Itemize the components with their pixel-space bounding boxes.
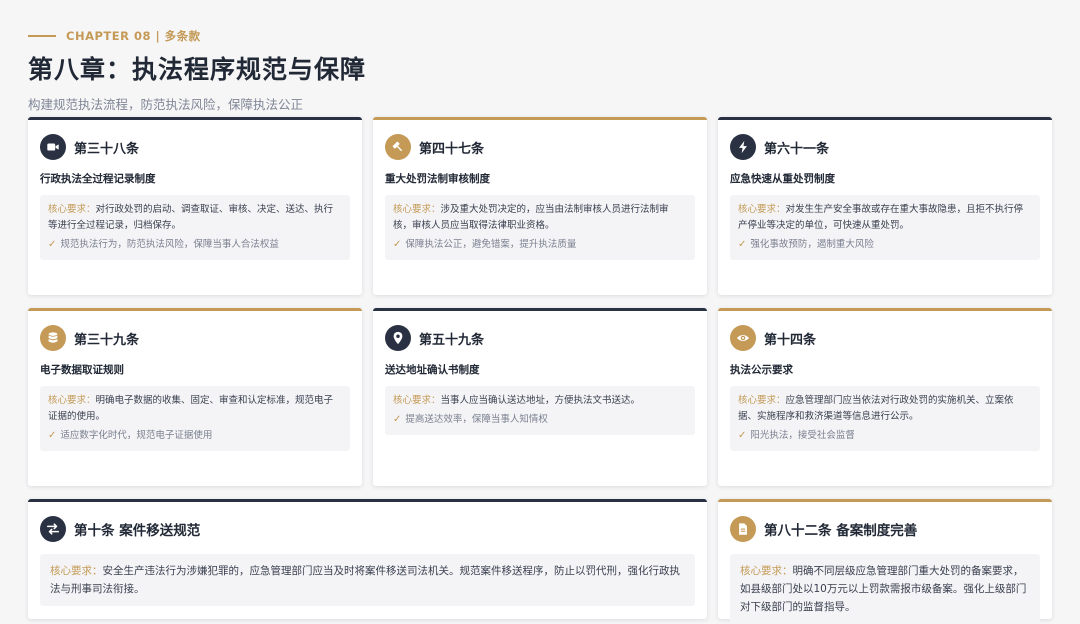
- benefit-line: ✓ 强化事故预防，遏制重大风险: [738, 237, 1032, 253]
- benefit-text: 提高送达效率，保障当事人知情权: [405, 414, 548, 425]
- benefit-text: 阳光执法，接受社会监督: [750, 430, 855, 441]
- requirement-label: 核心要求：: [48, 395, 96, 406]
- article-card-59: 第五十九条 送达地址确认书制度 核心要求：当事人应当确认送达地址，方便执法文书送…: [373, 308, 707, 486]
- check-icon: ✓: [738, 239, 747, 250]
- lightning-bolt-icon: [730, 134, 756, 160]
- requirement-box: 核心要求：应急管理部门应当依法对行政处罚的实施机关、立案依据、实施程序和救济渠道…: [730, 386, 1040, 451]
- article-card-10: 第十条 案件移送规范 核心要求：安全生产违法行为涉嫌犯罪的，应急管理部门应当及时…: [28, 499, 707, 619]
- exchange-arrows-icon: [40, 516, 66, 542]
- check-icon: ✓: [393, 239, 402, 250]
- article-card-39: 第三十九条 电子数据取证规则 核心要求：明确电子数据的收集、固定、审查和认定标准…: [28, 308, 362, 486]
- check-icon: ✓: [393, 414, 402, 425]
- requirement-label: 核心要求：: [393, 395, 441, 406]
- chapter-label: CHAPTER 08 | 多条款: [28, 28, 366, 44]
- requirement-box: 核心要求：对行政处罚的启动、调查取证、审核、决定、送达、执行等进行全过程记录，归…: [40, 195, 350, 260]
- article-title: 重大处罚法制审核制度: [385, 173, 490, 185]
- benefit-text: 规范执法行为，防范执法风险，保障当事人合法权益: [60, 239, 279, 250]
- article-title: 执法公示要求: [730, 364, 793, 376]
- benefit-line: ✓ 规范执法行为，防范执法风险，保障当事人合法权益: [48, 237, 342, 253]
- requirement-box: 核心要求：涉及重大处罚决定的，应当由法制审核人员进行法制审核，审核人员应当取得法…: [385, 195, 695, 260]
- benefit-line: ✓ 适应数字化时代，规范电子证据使用: [48, 428, 342, 444]
- database-icon: [40, 325, 66, 351]
- eye-icon: [730, 325, 756, 351]
- article-number: 第八十二条 备案制度完善: [764, 523, 918, 539]
- benefit-text: 强化事故预防，遏制重大风险: [750, 239, 874, 250]
- requirement-label: 核心要求：: [393, 204, 441, 215]
- article-card-82: 第八十二条 备案制度完善 核心要求：明确不同层级应急管理部门重大处罚的备案要求，…: [718, 499, 1052, 624]
- requirement-box: 核心要求：当事人应当确认送达地址，方便执法文书送达。 ✓ 提高送达效率，保障当事…: [385, 386, 695, 435]
- requirement-text: 当事人应当确认送达地址，方便执法文书送达。: [440, 395, 641, 406]
- article-number: 第五十九条: [419, 332, 485, 348]
- benefit-line: ✓ 阳光执法，接受社会监督: [738, 428, 1032, 444]
- requirement-box: 核心要求：对发生生产安全事故或存在重大事故隐患，且拒不执行停产停业等决定的单位，…: [730, 195, 1040, 260]
- requirement-label: 核心要求：: [740, 565, 793, 577]
- article-card-38: 第三十八条 行政执法全过程记录制度 核心要求：对行政处罚的启动、调查取证、审核、…: [28, 117, 362, 295]
- chapter-text: CHAPTER 08 | 多条款: [66, 29, 201, 43]
- gavel-icon: [385, 134, 411, 160]
- check-icon: ✓: [48, 239, 57, 250]
- chapter-accent-line: [28, 35, 56, 37]
- article-card-14: 第十四条 执法公示要求 核心要求：应急管理部门应当依法对行政处罚的实施机关、立案…: [718, 308, 1052, 486]
- benefit-line: ✓ 保障执法公正，避免错案，提升执法质量: [393, 237, 687, 253]
- article-title: 送达地址确认书制度: [385, 364, 480, 376]
- article-number: 第四十七条: [419, 141, 485, 157]
- article-number: 第三十九条: [74, 332, 140, 348]
- requirement-box: 核心要求：明确不同层级应急管理部门重大处罚的备案要求，如县级部门处以10万元以上…: [730, 554, 1040, 624]
- benefit-text: 保障执法公正，避免错案，提升执法质量: [405, 239, 577, 250]
- document-icon: [730, 516, 756, 542]
- article-number: 第十条 案件移送规范: [74, 523, 201, 539]
- map-pin-icon: [385, 325, 411, 351]
- check-icon: ✓: [48, 430, 57, 441]
- page-subtitle: 构建规范执法流程，防范执法风险，保障执法公正: [28, 97, 304, 112]
- article-card-61: 第六十一条 应急快速从重处罚制度 核心要求：对发生生产安全事故或存在重大事故隐患…: [718, 117, 1052, 295]
- article-number: 第十四条: [764, 332, 817, 348]
- article-title: 应急快速从重处罚制度: [730, 173, 835, 185]
- check-icon: ✓: [738, 430, 747, 441]
- article-card-47: 第四十七条 重大处罚法制审核制度 核心要求：涉及重大处罚决定的，应当由法制审核人…: [373, 117, 707, 295]
- article-title: 电子数据取证规则: [40, 364, 124, 376]
- article-number: 第三十八条: [74, 141, 140, 157]
- page-header: CHAPTER 08 | 多条款 第八章：执法程序规范与保障 构建规范执法流程，…: [28, 28, 366, 113]
- video-camera-icon: [40, 134, 66, 160]
- requirement-label: 核心要求：: [48, 204, 96, 215]
- requirement-label: 核心要求：: [738, 395, 786, 406]
- page-title: 第八章：执法程序规范与保障: [28, 55, 367, 84]
- article-title: 行政执法全过程记录制度: [40, 173, 156, 185]
- benefit-line: ✓ 提高送达效率，保障当事人知情权: [393, 412, 687, 428]
- requirement-label: 核心要求：: [738, 204, 786, 215]
- requirement-box: 核心要求：安全生产违法行为涉嫌犯罪的，应急管理部门应当及时将案件移送司法机关。规…: [40, 554, 695, 606]
- requirement-text: 安全生产违法行为涉嫌犯罪的，应急管理部门应当及时将案件移送司法机关。规范案件移送…: [50, 565, 680, 595]
- requirement-box: 核心要求：明确电子数据的收集、固定、审查和认定标准，规范电子证据的使用。 ✓ 适…: [40, 386, 350, 451]
- article-number: 第六十一条: [764, 141, 830, 157]
- requirement-label: 核心要求：: [50, 565, 103, 577]
- benefit-text: 适应数字化时代，规范电子证据使用: [60, 430, 213, 441]
